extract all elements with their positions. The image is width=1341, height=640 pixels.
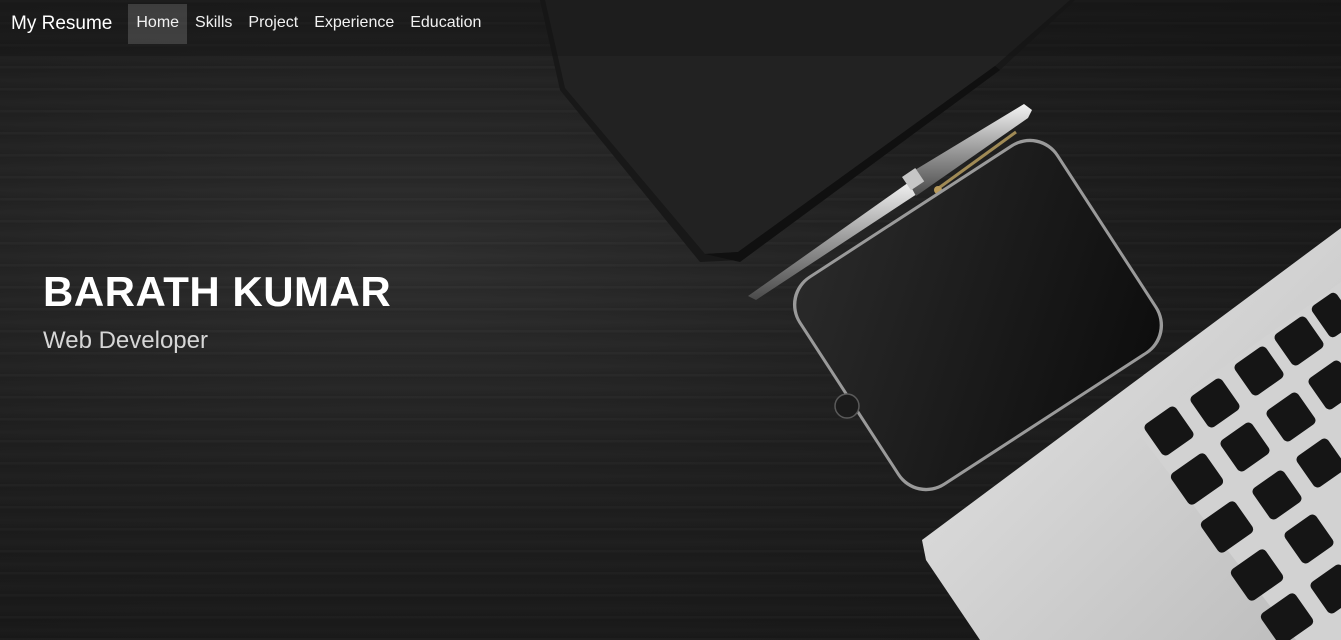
nav-link-skills[interactable]: Skills [187, 4, 240, 44]
phone-home-button [834, 393, 860, 419]
hero-title: Web Developer [43, 327, 208, 354]
navbar: My Resume Home Skills Project Experience… [0, 0, 1341, 56]
nav-links: Home Skills Project Experience Education [128, 4, 489, 44]
brand-logo[interactable]: My Resume [11, 13, 112, 35]
nav-link-home[interactable]: Home [128, 4, 188, 44]
hero-name: BARATH KUMAR [43, 268, 392, 315]
nav-link-experience[interactable]: Experience [306, 4, 402, 44]
nav-link-education[interactable]: Education [402, 4, 489, 44]
hero-intro: BARATH KUMAR Web Developer [43, 268, 391, 356]
nav-link-project[interactable]: Project [240, 4, 306, 44]
hero-section: My Resume Home Skills Project Experience… [0, 0, 1341, 640]
